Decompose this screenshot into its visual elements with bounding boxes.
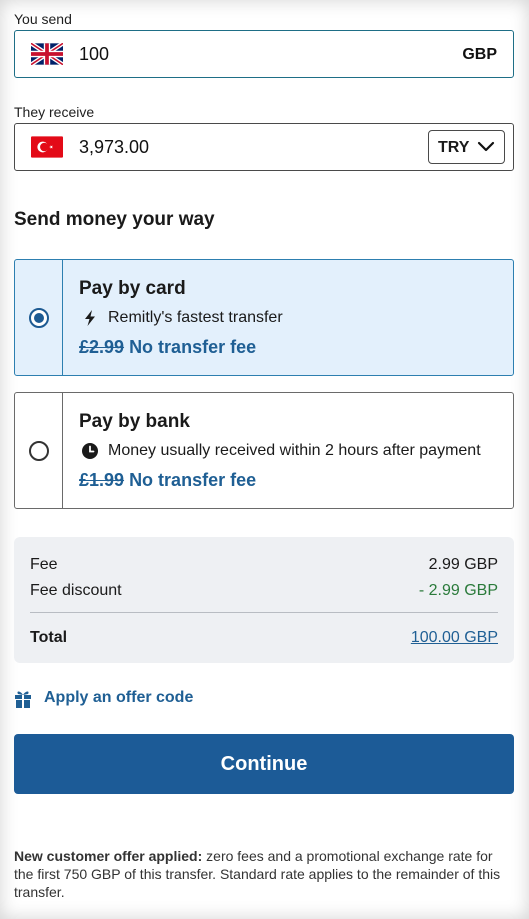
gift-icon [15,691,31,708]
section-title: Send money your way [14,209,215,230]
send-amount-field[interactable]: 100 GBP [14,30,514,78]
promo-note-bold: New customer offer applied: [14,848,203,864]
divider [30,612,498,613]
send-amount-input[interactable]: 100 [79,44,109,65]
old-fee: £2.99 [79,337,125,357]
turkey-flag-icon [31,136,63,158]
transfer-panel: You send 100 GBP They receive 3,973.00 T… [0,0,529,919]
send-label: You send [14,11,72,27]
lightning-icon [85,310,95,326]
pay-by-bank-option[interactable]: Pay by bank Money usually received withi… [14,392,514,509]
option-subtitle: Money usually received within 2 hours af… [108,442,481,459]
fee-row: Fee 2.99 GBP [30,556,498,574]
total-label: Total [30,629,68,646]
receive-amount-input[interactable]: 3,973.00 [79,137,149,158]
fee-discount-value: - 2.99 GBP [418,582,498,599]
fee-label: No transfer fee [129,470,257,490]
option-title: Pay by card [79,278,186,299]
option-fee: £2.99 No transfer fee [79,337,256,358]
fee-discount-row: Fee discount - 2.99 GBP [30,582,498,600]
fee-discount-label: Fee discount [30,582,122,599]
fee-value: 2.99 GBP [428,556,498,573]
receive-label: They receive [14,104,95,120]
continue-button[interactable]: Continue [14,734,514,794]
apply-offer-code-link[interactable]: Apply an offer code [14,688,193,708]
fee-summary: Fee 2.99 GBP Fee discount - 2.99 GBP Tot… [14,537,514,663]
radio-column [15,260,63,375]
option-subtitle: Remitly's fastest transfer [108,309,283,326]
old-fee: £1.99 [79,470,125,490]
receive-currency-value: TRY [438,139,470,156]
option-title: Pay by bank [79,411,190,432]
fee-label: Fee [30,556,58,573]
pay-by-card-option[interactable]: Pay by card Remitly's fastest transfer £… [14,259,514,376]
clock-icon [82,443,98,459]
fee-label: No transfer fee [129,337,257,357]
radio-column [15,393,63,508]
pay-by-bank-radio[interactable] [29,441,49,461]
total-value-link[interactable]: 100.00 GBP [411,629,498,647]
receive-currency-select[interactable]: TRY [428,130,505,164]
option-fee: £1.99 No transfer fee [79,470,256,491]
send-currency: GBP [462,46,497,63]
total-row: Total 100.00 GBP [30,629,498,647]
pay-by-card-radio[interactable] [29,308,49,328]
receive-amount-field[interactable]: 3,973.00 TRY [14,123,514,171]
promo-note: New customer offer applied: zero fees an… [14,847,514,901]
chevron-down-icon [477,141,495,152]
offer-code-label: Apply an offer code [44,689,194,706]
uk-flag-icon [31,43,63,65]
